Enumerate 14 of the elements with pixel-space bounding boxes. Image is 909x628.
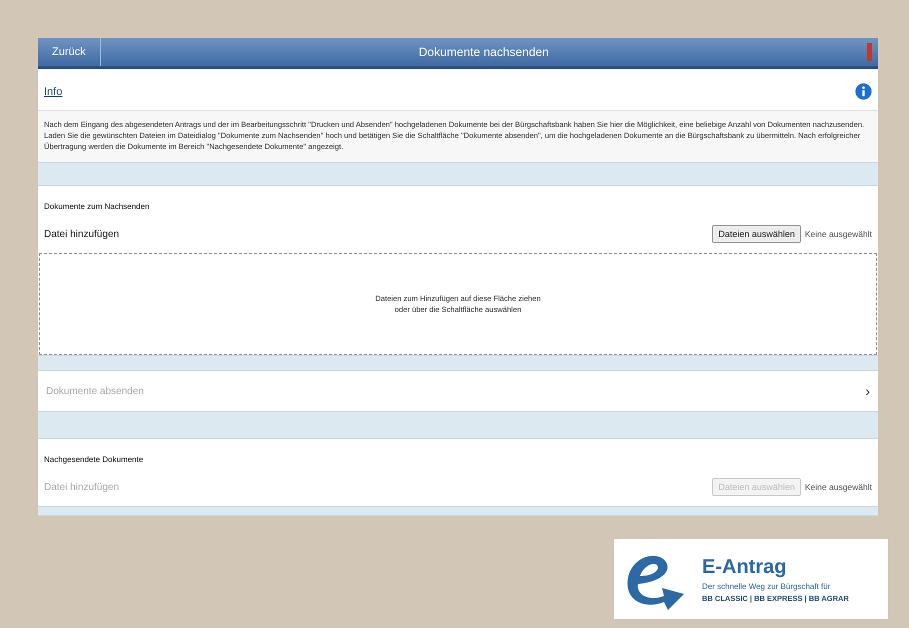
section-heading: Dokumente zum Nachsenden — [43, 201, 150, 213]
choose-files-button[interactable]: Dateien auswählen — [712, 225, 801, 243]
field-label: Datei hinzufügen — [44, 482, 120, 492]
info-link[interactable]: Info — [44, 86, 62, 98]
field-label: Datei hinzufügen — [44, 228, 120, 240]
section-heading: Nachgesendete Dokumente — [43, 454, 144, 466]
window-title: Dokumente nachsenden — [418, 45, 550, 59]
info-icon[interactable] — [855, 83, 872, 100]
logo-title: E-Antrag — [702, 556, 788, 578]
close-marker[interactable] — [867, 43, 872, 61]
back-button[interactable]: Zurück — [38, 38, 101, 66]
logo-tagline: Der schnelle Weg zur Bürgschaft für — [702, 582, 832, 590]
file-status: Keine ausgewählt — [804, 482, 872, 492]
file-status: Keine ausgewählt — [804, 229, 872, 239]
